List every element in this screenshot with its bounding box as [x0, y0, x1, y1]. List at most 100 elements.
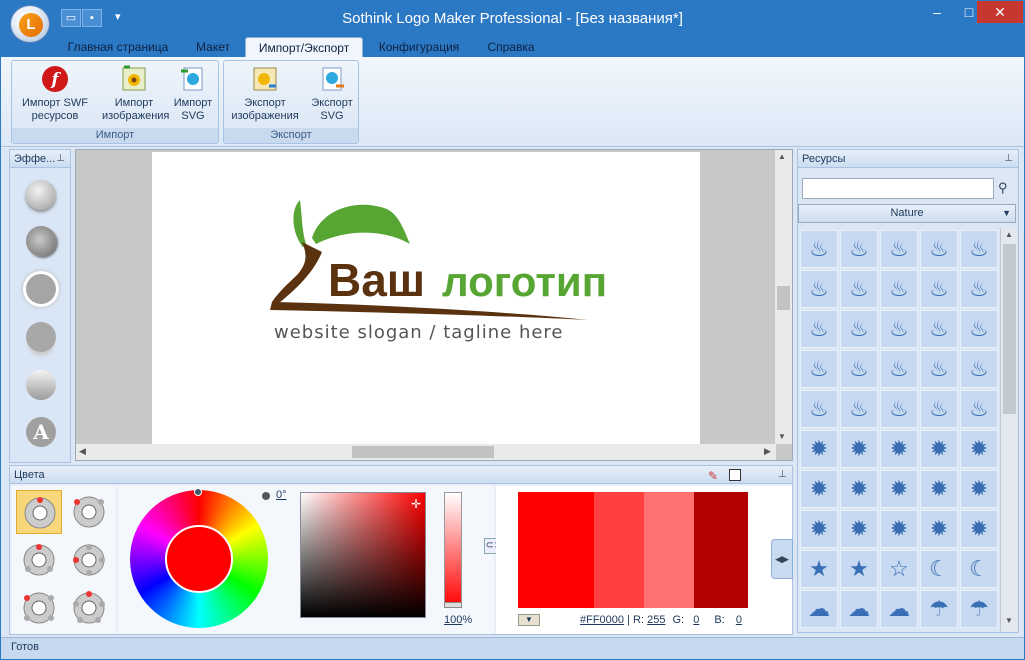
swatch-4[interactable]	[694, 492, 748, 608]
resource-item[interactable]: ♨	[920, 350, 958, 388]
resource-item[interactable]: ☂	[920, 590, 958, 628]
resource-item[interactable]: ✹	[840, 430, 878, 468]
color-mode-button-4[interactable]	[66, 538, 112, 582]
resource-item[interactable]: ☆	[880, 550, 918, 588]
resource-item[interactable]: ✹	[880, 510, 918, 548]
scroll-right-icon[interactable]: ▶	[764, 446, 771, 457]
close-button[interactable]: ✕	[977, 1, 1023, 23]
export-image-button[interactable]: Экспорт изображения	[228, 65, 302, 123]
resource-item[interactable]: ♨	[960, 230, 998, 268]
resource-item[interactable]: ♨	[960, 270, 998, 308]
tab-configuration[interactable]: Конфигурация	[367, 37, 471, 57]
import-svg-button[interactable]: Импорт SVG	[170, 65, 216, 123]
scroll-down-icon[interactable]: ▼	[778, 432, 786, 441]
resource-item[interactable]: ♨	[840, 350, 878, 388]
application-menu-button[interactable]: L	[10, 5, 50, 43]
hue-handle[interactable]	[194, 488, 202, 496]
pin-icon[interactable]: ⊥	[778, 466, 787, 484]
opacity-value[interactable]: 100	[444, 614, 462, 626]
resource-item[interactable]: ✹	[960, 430, 998, 468]
pin-icon[interactable]: ⊥	[1004, 150, 1013, 168]
resource-item[interactable]: ♨	[840, 390, 878, 428]
tab-layout[interactable]: Макет	[185, 37, 241, 57]
category-select[interactable]: Nature ▼	[798, 204, 1016, 223]
resource-item[interactable]: ♨	[880, 390, 918, 428]
resource-item[interactable]: ♨	[800, 230, 838, 268]
minimize-button[interactable]: –	[921, 1, 953, 23]
import-swf-button[interactable]: f Импорт SWF ресурсов	[16, 65, 94, 123]
resource-item[interactable]: ♨	[920, 270, 958, 308]
resource-item[interactable]: ☾	[920, 550, 958, 588]
resource-item[interactable]: ♨	[960, 390, 998, 428]
swatch-menu-button[interactable]: ▼	[518, 614, 540, 626]
logo-canvas[interactable]: Ваш логотип website slogan / tagline her…	[152, 152, 700, 446]
resource-item[interactable]: ☾	[960, 550, 998, 588]
resource-item[interactable]: ♨	[840, 230, 878, 268]
resource-item[interactable]: ☁	[880, 590, 918, 628]
vertical-scroll-thumb[interactable]	[777, 286, 790, 310]
eyedropper-icon[interactable]: ✎	[708, 467, 718, 485]
tab-import-export[interactable]: Импорт/Экспорт	[245, 37, 363, 57]
resource-item[interactable]: ♨	[800, 310, 838, 348]
effect-shadow-button[interactable]	[26, 226, 56, 256]
color-mode-button-2[interactable]	[66, 490, 112, 534]
resource-item[interactable]: ♨	[880, 310, 918, 348]
tab-home[interactable]: Главная страница	[53, 37, 183, 57]
scroll-up-icon[interactable]: ▲	[1005, 230, 1013, 239]
opacity-handle[interactable]	[444, 602, 462, 608]
resource-item[interactable]: ☁	[840, 590, 878, 628]
resource-item[interactable]: ✹	[840, 510, 878, 548]
resource-item[interactable]: ✹	[960, 510, 998, 548]
saturation-lightness-square[interactable]: ✛	[300, 492, 426, 618]
r-value[interactable]: 255	[647, 614, 665, 626]
resource-search-input[interactable]	[802, 178, 994, 199]
scroll-down-icon[interactable]: ▼	[1005, 616, 1013, 625]
tab-help[interactable]: Справка	[475, 37, 547, 57]
resource-item[interactable]: ☂	[960, 590, 998, 628]
swatch-3[interactable]	[644, 492, 694, 608]
b-value[interactable]: 0	[736, 614, 742, 626]
color-mode-button-3[interactable]	[16, 538, 62, 582]
opacity-slider[interactable]	[444, 492, 462, 608]
horizontal-scroll-thumb[interactable]	[352, 446, 494, 458]
effect-text-button[interactable]: A	[26, 417, 56, 447]
logo-artwork[interactable]: Ваш логотип website slogan / tagline her…	[152, 152, 700, 446]
resource-item[interactable]: ✹	[920, 430, 958, 468]
export-svg-button[interactable]: Экспорт SVG	[308, 65, 356, 123]
resource-item[interactable]: ✹	[960, 470, 998, 508]
effect-gradient-button[interactable]	[26, 370, 56, 400]
color-mode-button-6[interactable]	[66, 586, 112, 630]
resource-item[interactable]: ♨	[840, 270, 878, 308]
angle-value[interactable]: 0°	[276, 489, 287, 501]
resource-item[interactable]: ♨	[960, 350, 998, 388]
resource-item[interactable]: ☁	[800, 590, 838, 628]
resource-item[interactable]: ♨	[800, 390, 838, 428]
resource-item[interactable]: ♨	[920, 230, 958, 268]
resource-item[interactable]: ♨	[880, 230, 918, 268]
search-icon[interactable]: ⚲	[998, 180, 1008, 196]
resource-item[interactable]: ✹	[840, 470, 878, 508]
hue-wheel[interactable]	[130, 488, 268, 628]
resource-item[interactable]: ♨	[920, 310, 958, 348]
import-image-button[interactable]: Импорт изображения	[102, 65, 169, 123]
resource-item[interactable]: ♨	[800, 350, 838, 388]
resource-item[interactable]: ♨	[880, 350, 918, 388]
resource-item[interactable]: ★	[840, 550, 878, 588]
color-mode-button-1[interactable]	[16, 490, 62, 534]
resource-item[interactable]: ✹	[880, 470, 918, 508]
resource-item[interactable]: ✹	[920, 510, 958, 548]
resource-item[interactable]: ♨	[800, 270, 838, 308]
canvas-vertical-scrollbar[interactable]: ▲ ▼	[775, 150, 792, 444]
resources-scroll-thumb[interactable]	[1003, 244, 1016, 414]
resource-item[interactable]: ✹	[800, 510, 838, 548]
pin-icon[interactable]: ⊥	[56, 150, 65, 168]
resource-item[interactable]: ♨	[840, 310, 878, 348]
resource-item[interactable]: ♨	[880, 270, 918, 308]
g-value[interactable]: 0	[693, 614, 699, 626]
swatch-1[interactable]	[518, 492, 594, 608]
resource-item[interactable]: ✹	[920, 470, 958, 508]
no-color-box[interactable]	[729, 469, 741, 481]
resource-item[interactable]: ✹	[800, 470, 838, 508]
resource-item[interactable]: ♨	[960, 310, 998, 348]
resource-item[interactable]: ♨	[920, 390, 958, 428]
